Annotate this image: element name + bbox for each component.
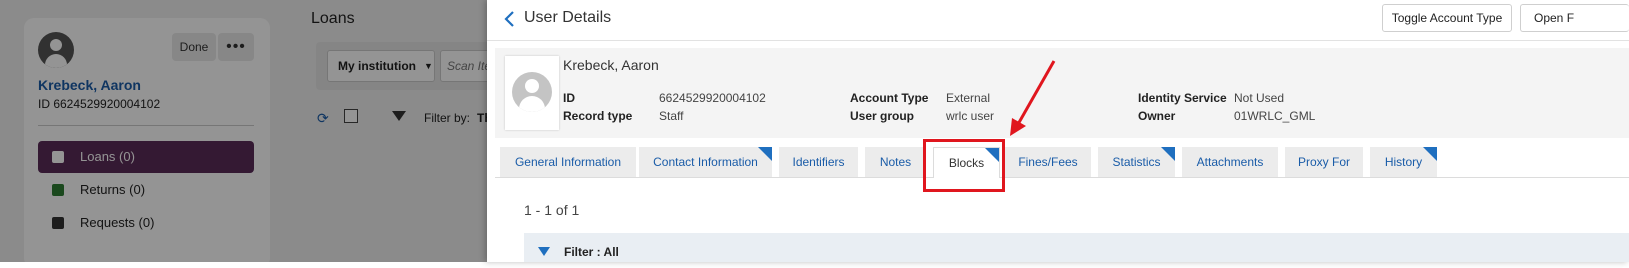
- modal-backdrop[interactable]: [0, 0, 487, 262]
- field-value-user-group: wrlc user: [946, 109, 995, 123]
- field-label-account-type: Account Type: [850, 91, 929, 105]
- tab-label: General Information: [514, 155, 622, 169]
- filter-text: Filter : All: [564, 245, 619, 259]
- filter-icon[interactable]: [538, 247, 550, 256]
- tab-proxy-for[interactable]: Proxy For: [1285, 147, 1363, 177]
- tab-statistics[interactable]: Statistics: [1098, 147, 1175, 177]
- panel-title: User Details: [524, 9, 612, 26]
- tab-label: Fines/Fees: [1018, 155, 1078, 169]
- tab-fines-fees[interactable]: Fines/Fees: [1005, 147, 1091, 177]
- tab-contact-information[interactable]: Contact Information: [639, 147, 772, 177]
- field-label-record-type: Record type: [563, 109, 633, 123]
- field-label-user-group: User group: [850, 109, 915, 123]
- tab-label: Contact Information: [653, 155, 758, 169]
- panel-header: User Details Toggle Account Type Open F: [487, 0, 1629, 41]
- tab-label: History: [1384, 155, 1423, 169]
- tab-attachments[interactable]: Attachments: [1182, 147, 1278, 177]
- field-label-identity-service: Identity Service: [1138, 91, 1227, 105]
- tab-general-information[interactable]: General Information: [500, 147, 636, 177]
- tab-identifiers[interactable]: Identifiers: [779, 147, 858, 177]
- tab-label: Statistics: [1112, 155, 1161, 169]
- tab-label: Identifiers: [792, 155, 845, 169]
- results-count: 1 - 1 of 1: [524, 202, 580, 218]
- tabs-baseline: [495, 177, 1629, 178]
- tab-history[interactable]: History: [1370, 147, 1437, 177]
- annotation-highlight-box: [923, 139, 1005, 192]
- toggle-account-type-button[interactable]: Toggle Account Type: [1382, 4, 1512, 32]
- corner-marker-icon: [1423, 147, 1437, 161]
- open-button[interactable]: Open F: [1520, 4, 1629, 32]
- field-value-record-type: Staff: [659, 109, 684, 123]
- tab-label: Attachments: [1196, 155, 1264, 169]
- field-value-id: 6624529920004102: [659, 91, 766, 105]
- tab-label: Proxy For: [1297, 155, 1350, 169]
- chevron-left-icon: [504, 11, 514, 27]
- filter-bar[interactable]: Filter : All: [524, 233, 1629, 262]
- corner-marker-icon: [758, 147, 772, 161]
- corner-marker-icon: [1161, 147, 1175, 161]
- user-avatar-icon: [512, 72, 552, 112]
- field-value-owner: 01WRLC_GML: [1234, 109, 1316, 123]
- back-button[interactable]: [499, 9, 519, 29]
- user-name: Krebeck, Aaron: [563, 57, 659, 73]
- annotation-arrow-icon: [1010, 60, 1056, 136]
- field-value-identity-service: Not Used: [1234, 91, 1285, 105]
- field-label-id: ID: [563, 91, 575, 105]
- tab-notes[interactable]: Notes: [865, 147, 926, 177]
- tab-label: Notes: [879, 155, 912, 169]
- field-value-account-type: External: [946, 91, 991, 105]
- field-label-owner: Owner: [1138, 109, 1176, 123]
- user-photo: [505, 56, 559, 130]
